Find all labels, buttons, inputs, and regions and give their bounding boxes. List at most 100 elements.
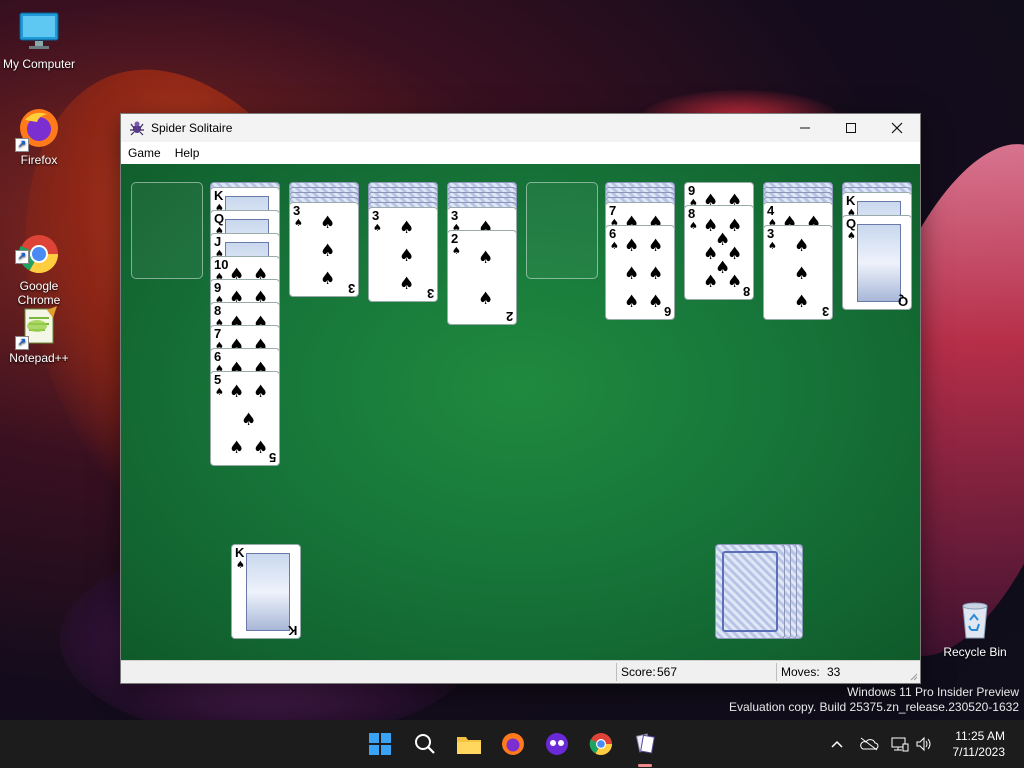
playing-card[interactable]: 2 ♠ ♠ ♠ 2: [447, 230, 517, 325]
taskbar-spider-solitaire[interactable]: [631, 730, 659, 758]
chrome-icon: [589, 733, 612, 755]
spider-app-icon: [130, 121, 144, 136]
shortcut-arrow-icon: ↗: [15, 138, 29, 152]
card-rank: 3: [426, 286, 434, 301]
card-rank: 3: [821, 304, 829, 319]
spade-icon: ♠: [399, 274, 415, 294]
spade-icon: ♠: [320, 241, 336, 261]
chevron-up-icon: [831, 740, 843, 748]
card-rank: K: [287, 623, 297, 638]
firefox-icon: ↗: [15, 106, 61, 152]
card-rank: K: [846, 193, 856, 208]
stock-pile[interactable]: [715, 544, 785, 639]
card-rank: 8: [742, 284, 750, 299]
card-rank: 3: [293, 203, 301, 218]
system-clock[interactable]: 11:25 AM 7/11/2023: [953, 728, 1006, 760]
card-rank: Q: [846, 216, 857, 231]
taskbar-file-explorer[interactable]: [455, 730, 483, 758]
clock-date: 7/11/2023: [952, 745, 1006, 759]
playing-card[interactable]: 5 ♠ ♠ ♠ ♠ ♠ ♠ 5: [210, 371, 280, 466]
playing-card[interactable]: 3♠♠♠♠3: [763, 225, 833, 320]
empty-column-slot[interactable]: [131, 182, 203, 279]
menu-help[interactable]: Help: [168, 146, 207, 160]
close-icon: [891, 122, 903, 134]
spade-icon: ♠: [452, 246, 461, 257]
playing-card[interactable]: K♠K: [231, 544, 301, 639]
close-button[interactable]: [874, 114, 920, 142]
minimize-button[interactable]: [782, 114, 828, 142]
watermark-line2: Evaluation copy. Build 25375.zn_release.…: [729, 700, 1019, 714]
spade-icon: ♠: [320, 213, 336, 233]
onedrive-status[interactable]: [855, 730, 883, 758]
spade-icon: ♠: [229, 382, 245, 402]
minimize-icon: [800, 127, 810, 129]
spade-icon: ♠: [624, 236, 640, 256]
spade-icon: ♠: [215, 387, 224, 398]
score-value: 567: [657, 665, 678, 679]
desktop-icon-recycle-bin[interactable]: Recycle Bin: [937, 598, 1013, 659]
playing-card[interactable]: 6♠♠♠♠♠♠♠6: [605, 225, 675, 320]
taskbar-firefox[interactable]: [499, 730, 527, 758]
shortcut-arrow-icon: ↗: [15, 250, 29, 264]
watermark-line1: Windows 11 Pro Insider Preview: [847, 685, 1019, 699]
game-board[interactable]: K♠KQ♠QJ♠J10♠♠♠♠♠♠♠♠♠♠♠109♠♠♠♠♠♠♠♠♠♠98♠♠♠…: [121, 164, 920, 660]
card-rank: 3: [347, 281, 355, 296]
card-rank: 7: [214, 326, 222, 341]
card-rank: 9: [214, 280, 222, 295]
spade-icon: ♠: [478, 289, 494, 309]
card-rank: 8: [214, 303, 222, 318]
card-rank: J: [214, 234, 222, 249]
maximize-button[interactable]: [828, 114, 874, 142]
playing-card[interactable]: 8♠♠♠♠♠♠♠♠♠8: [684, 205, 754, 300]
search-icon: [415, 734, 435, 754]
card-rank: K: [235, 545, 245, 560]
maximize-icon: [846, 123, 856, 133]
taskbar-search-button[interactable]: [411, 730, 439, 758]
spade-icon: ♠: [794, 292, 810, 312]
court-card-art: [857, 224, 901, 302]
spade-icon: ♠: [648, 292, 664, 312]
spade-icon: ♠: [648, 236, 664, 256]
empty-column-slot[interactable]: [526, 182, 598, 279]
show-hidden-icons-button[interactable]: [823, 730, 851, 758]
volume-control[interactable]: [910, 730, 938, 758]
menu-game[interactable]: Game: [121, 146, 168, 160]
card-rank: Q: [214, 211, 225, 226]
spade-icon: ♠: [253, 438, 269, 458]
court-card-art: [246, 553, 290, 631]
spade-icon: ♠: [478, 248, 494, 268]
spade-icon: ♠: [241, 410, 257, 430]
taskbar-chrome[interactable]: [587, 730, 615, 758]
score-label: Score:: [621, 665, 656, 679]
spade-icon: ♠: [689, 221, 698, 232]
desktop-icon-label: Notepad++: [9, 351, 69, 365]
spider-solitaire-window: Spider Solitaire Game Help K♠KQ♠QJ♠J10♠♠…: [120, 113, 921, 684]
playing-card[interactable]: Q♠Q: [842, 215, 912, 310]
moves-label: Moves:: [781, 665, 820, 679]
spade-icon: ♠: [399, 246, 415, 266]
title-bar[interactable]: Spider Solitaire: [121, 114, 920, 142]
spade-icon: ♠: [320, 269, 336, 289]
monitor-icon: [17, 10, 61, 54]
card-rank: 3: [451, 208, 459, 223]
chrome-icon: ↗: [15, 218, 61, 274]
playing-card[interactable]: 3♠♠♠♠3: [289, 202, 359, 297]
playing-card[interactable]: 3♠♠♠♠3: [368, 207, 438, 302]
desktop-icon-my-computer[interactable]: My Computer: [1, 10, 77, 71]
status-separator: [776, 663, 777, 681]
card-rank: 3: [372, 208, 380, 223]
desktop-icon-firefox[interactable]: ↗ Firefox: [1, 106, 77, 167]
windows-watermark: Windows 11 Pro Insider Preview Evaluatio…: [729, 685, 1019, 715]
card-rank: 5: [268, 450, 276, 465]
menu-bar: Game Help: [121, 142, 920, 164]
spade-icon: ♠: [399, 218, 415, 238]
resize-grip-icon[interactable]: [908, 671, 918, 681]
desktop-icon-notepadpp[interactable]: ↗ Notepad++: [1, 304, 77, 365]
taskbar: 11:25 AM 7/11/2023: [0, 720, 1024, 768]
spade-icon: ♠: [624, 264, 640, 284]
desktop-icon-label: Firefox: [20, 153, 58, 167]
spade-icon: ♠: [373, 223, 382, 234]
start-button[interactable]: [366, 730, 394, 758]
taskbar-app[interactable]: [543, 730, 571, 758]
active-app-indicator: [638, 764, 652, 767]
